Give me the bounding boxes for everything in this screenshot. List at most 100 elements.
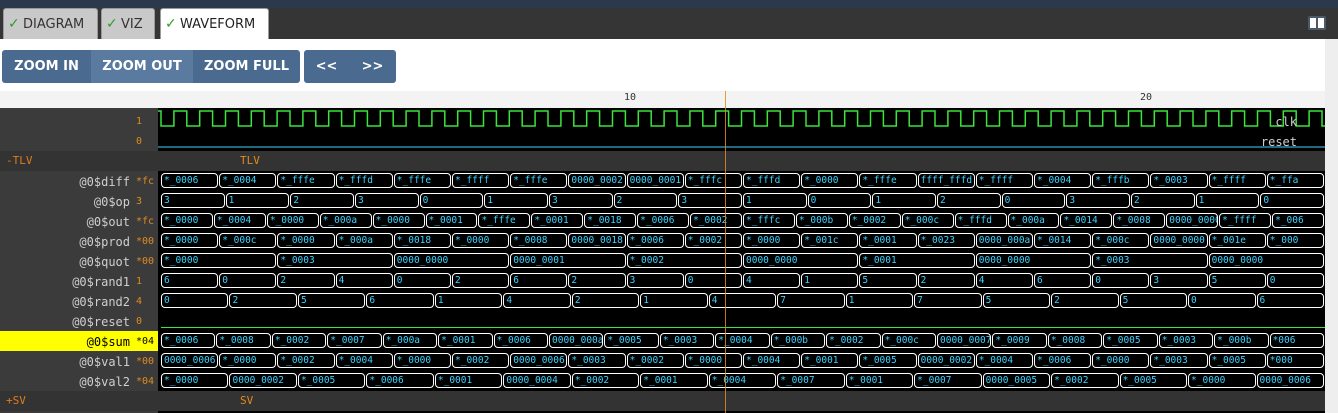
waveform-value-cell: *_0005 [1119, 373, 1188, 388]
waveform-value-cell: 6 [366, 293, 434, 308]
waveform-value-cell: *_0005 [859, 353, 917, 368]
split-layout-icon[interactable] [1308, 16, 1326, 30]
tab-waveform[interactable]: ✓ WAVEFORM [160, 8, 269, 40]
waveform-value-cell: *_0001 [434, 373, 503, 388]
signal-row[interactable]: @0$prod *00 [0, 231, 158, 251]
waveform-value-cell: *_fffe [478, 213, 531, 228]
signal-row[interactable]: @0$quot *00 [0, 251, 158, 271]
zoom-in-button[interactable]: ZOOM IN [2, 50, 91, 83]
waveform-value-cell: 3 [1066, 193, 1130, 208]
waveform-value-cell: 2 [613, 193, 678, 208]
waveform-value-cell: *_0002 [690, 213, 742, 228]
waveform-value-cell: 0 [807, 193, 872, 208]
waveform-value-cell: *_ffff [452, 173, 510, 188]
waveform-value-cell: 0000_0000 [1150, 233, 1208, 248]
ruler-label-10: 10 [624, 92, 637, 103]
prev-button[interactable]: << [304, 50, 349, 83]
zoom-out-button[interactable]: ZOOM OUT [91, 50, 193, 83]
waveform-value-cell: *_0000 [161, 213, 213, 228]
waveform-value-cell: *_0006 [366, 373, 434, 388]
waveform-value-cell: *_ffff [1219, 213, 1272, 228]
waveform-value-cell: 2 [1131, 193, 1195, 208]
signal-name: @0$op [93, 195, 130, 209]
zoom-full-button[interactable]: ZOOM FULL [193, 50, 300, 83]
waveform-value-cell: *_0004 [213, 213, 266, 228]
waveform-value-cell: *_0004 [335, 353, 393, 368]
waveform-value-cell: *_000a [335, 233, 393, 248]
waveform-value-cell: *_0003 [1150, 353, 1208, 368]
signal-name: @0$rand1 [72, 275, 130, 289]
waveform-value-cell: *_0008 [510, 233, 568, 248]
waveform-value-cell: *_0001 [845, 373, 914, 388]
waveform-value-cell: *_0003 [277, 253, 393, 268]
waveform-value-cell: 0000_0006 [161, 353, 219, 368]
window-top-strip [0, 0, 1338, 8]
signal-row[interactable]: @0$op 3 [0, 191, 158, 211]
waveform-value-cell: 2 [571, 293, 640, 308]
tab-label: DIAGRAM [23, 17, 85, 32]
waveform-value-cell: *_0002 [826, 333, 881, 348]
group-row-tlv[interactable]: -TLV TLV [0, 151, 1325, 171]
waveform-value-cell: *_0001 [859, 233, 917, 248]
group-label-sv: SV [240, 394, 254, 407]
next-button[interactable]: >> [349, 50, 396, 83]
waveform-value-cell: *_0002 [626, 353, 684, 368]
signal-value: *04 [136, 336, 155, 347]
signal-row[interactable]: @0$rand2 4 [0, 291, 158, 311]
waveform-value-cell: 3 [549, 193, 613, 208]
waveform-value-cell: *_0000 [1092, 353, 1150, 368]
time-cursor-marker[interactable] [725, 91, 726, 413]
scrollbar[interactable] [1325, 39, 1338, 413]
waveform-value-cell: *_000a [382, 333, 438, 348]
waveform-value-cell: 1 [872, 193, 936, 208]
signal-row[interactable]: @0$diff *fc [0, 171, 158, 191]
zoom-button-group: ZOOM IN ZOOM OUT ZOOM FULL [2, 50, 300, 83]
waveform-value-cell: 0 [419, 193, 484, 208]
waveform-value-cell: 1 [801, 273, 859, 288]
signal-name: reset [1260, 135, 1297, 149]
signal-name: @0$quot [79, 255, 130, 269]
signal-row[interactable]: @0$sum *04 [0, 331, 158, 351]
waveform-value-cell: *_0003 [659, 333, 715, 348]
group-label-tlv: TLV [240, 154, 260, 167]
waveform-value-cell: *_0002 [271, 333, 327, 348]
waveform-value-cell: 2 [452, 273, 510, 288]
waveform-value-cell: *_0000 [161, 373, 229, 388]
waveform-value-cell: 1 [225, 193, 290, 208]
group-row-sv[interactable]: +SV SV [0, 391, 1325, 411]
waveform-value-cell: *_fffe [510, 173, 568, 188]
group-toggle-tlv[interactable]: -TLV [6, 154, 33, 167]
waveform-value-cell: *_0000 [161, 233, 219, 248]
waveform-value-cell: 0000_0002 [568, 173, 626, 188]
waveform-value-cell: 0 [1092, 273, 1150, 288]
tab-viz[interactable]: ✓ VIZ [101, 8, 155, 39]
signal-name: @0$sum [86, 335, 130, 349]
waveform-value-cell: *_000b [1214, 333, 1269, 348]
waveform-value-cell: *006 [1269, 333, 1324, 348]
signal-row-reset[interactable]: reset 0 [0, 131, 1325, 151]
tab-diagram[interactable]: ✓ DIAGRAM [3, 8, 98, 39]
waveform-value-cell: 0000_0006 [1256, 373, 1324, 388]
waveform-value-cell: *_0000 [219, 353, 277, 368]
group-toggle-sv[interactable]: +SV [6, 394, 26, 407]
signal-value: *00 [136, 356, 155, 367]
waveform-value-cell: 0 [1001, 193, 1066, 208]
waveform-value-cell: 0000_0002 [917, 353, 975, 368]
signal-row[interactable]: @0$rand1 1 [0, 271, 158, 291]
waveform-value-cell: 2 [1051, 293, 1119, 308]
waveform-value-cell: *_0006 [626, 233, 684, 248]
signal-row[interactable]: @0$val2 *04 [0, 371, 158, 391]
signal-row[interactable]: @0$reset 0 [0, 311, 158, 331]
signal-row-clk[interactable]: clk 1 [0, 111, 1325, 131]
signal-row[interactable]: @0$val1 *00 [0, 351, 158, 371]
waveform-value-cell: *_0000 [1188, 373, 1256, 388]
waveform-value-cell: *_0002 [277, 353, 335, 368]
waveform-value-cell: 0000_0006 [510, 353, 568, 368]
tab-label: VIZ [121, 17, 143, 32]
waveform-value-cell: 2 [277, 273, 335, 288]
waveform-value-cell: *_000c [881, 333, 936, 348]
waveform-value-cell: *_0004 [708, 373, 777, 388]
signal-row[interactable]: @0$out *fc [0, 211, 158, 231]
waveform-value-cell: 0 [684, 273, 742, 288]
signal-name: @0$prod [79, 235, 130, 249]
